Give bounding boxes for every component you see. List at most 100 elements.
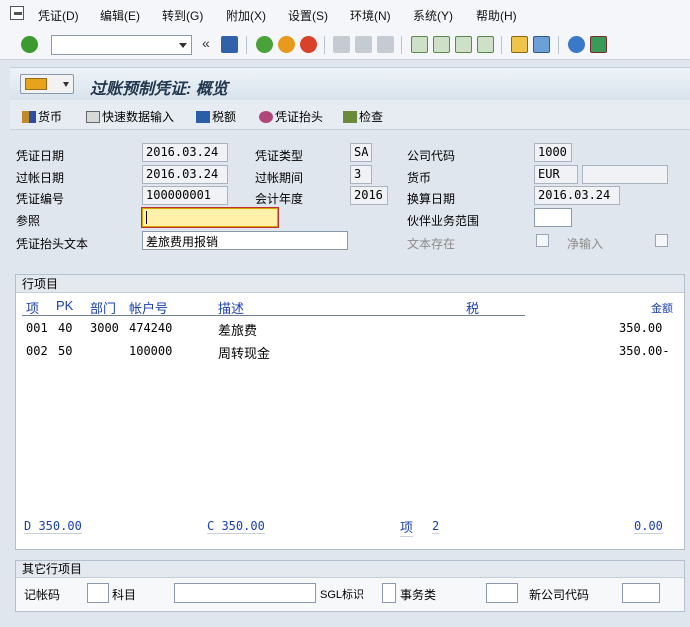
reference-label: 参照 — [16, 214, 41, 228]
doc-header-button[interactable]: 凭证抬头 — [259, 108, 323, 125]
chevron-down-icon — [63, 82, 69, 87]
tax-label: 税额 — [212, 110, 237, 124]
doc-number-field[interactable]: 100000001 — [142, 186, 228, 205]
row-account: 474240 — [129, 321, 173, 335]
command-field[interactable] — [51, 35, 192, 55]
row-pk: 40 — [58, 321, 73, 335]
print-icon[interactable] — [333, 36, 350, 53]
check-button[interactable]: 检查 — [343, 108, 383, 125]
posting-date-label: 过帐日期 — [16, 171, 65, 185]
partner-field[interactable] — [534, 208, 572, 227]
period-label: 过帐期间 — [255, 171, 304, 185]
check-icon — [343, 111, 357, 123]
exchange-rate-field[interactable] — [582, 165, 668, 184]
fast-entry-icon — [86, 111, 100, 123]
menu-document[interactable]: 凭证(D) — [38, 7, 79, 24]
toolbar-separator — [558, 36, 559, 54]
system-menu-icon[interactable] — [10, 6, 24, 20]
menu-edit[interactable]: 编辑(E) — [100, 7, 140, 24]
tax-button[interactable]: 税额 — [196, 108, 236, 125]
fiscal-year-field[interactable]: 2016 — [350, 186, 388, 205]
create-session-icon[interactable] — [511, 36, 528, 53]
doc-type-field[interactable]: SA — [350, 143, 372, 162]
currency-button-label: 货币 — [38, 110, 63, 124]
enter-icon[interactable] — [21, 36, 38, 53]
currency-icon — [22, 111, 36, 123]
toolbar-separator — [246, 36, 247, 54]
menu-environment[interactable]: 环境(N) — [350, 7, 391, 24]
doc-date-field[interactable]: 2016.03.24 — [142, 143, 228, 162]
cancel-icon[interactable] — [300, 36, 317, 53]
account-label: 科目 — [112, 588, 137, 602]
net-entry-checkbox[interactable] — [655, 234, 668, 247]
doc-date-label: 凭证日期 — [16, 149, 65, 163]
translation-date-label: 换算日期 — [407, 192, 456, 206]
currency-field[interactable]: EUR — [534, 165, 578, 184]
last-page-icon[interactable] — [477, 36, 494, 53]
page-title: 过账预制凭证: 概览 — [90, 81, 228, 98]
shortcut-icon[interactable] — [533, 36, 550, 53]
menu-settings[interactable]: 设置(S) — [288, 7, 328, 24]
next-page-icon[interactable] — [455, 36, 472, 53]
help-icon[interactable] — [568, 36, 585, 53]
col-pk[interactable]: PK — [56, 298, 73, 313]
find-next-icon[interactable] — [377, 36, 394, 53]
header-text-label: 凭证抬头文本 — [16, 237, 89, 251]
trans-type-label: 事务类 — [400, 588, 437, 602]
back-arrows-icon[interactable]: « — [202, 36, 214, 53]
screen-variant-button[interactable] — [20, 74, 74, 94]
row-desc: 周转现金 — [218, 347, 271, 362]
first-page-icon[interactable] — [411, 36, 428, 53]
header-text-field[interactable]: 差旅费用报销 — [142, 231, 348, 250]
row-amount: 350.00- — [619, 344, 670, 358]
other-line-item-title: 其它行项目 — [16, 561, 684, 578]
text-exists-checkbox[interactable] — [536, 234, 549, 247]
menu-goto[interactable]: 转到(G) — [162, 7, 203, 24]
currency-button[interactable]: 货币 — [22, 108, 62, 125]
toolbar-separator — [501, 36, 502, 54]
header-underline — [22, 315, 525, 316]
net-entry-label: 净输入 — [567, 237, 604, 251]
col-amount[interactable]: 金额 — [651, 300, 673, 316]
reference-field[interactable] — [141, 207, 279, 228]
account-field[interactable] — [174, 583, 316, 603]
exit-icon[interactable] — [278, 36, 295, 53]
item-count: 2 — [432, 519, 440, 534]
currency-label: 货币 — [407, 171, 432, 185]
find-icon[interactable] — [355, 36, 372, 53]
back-icon[interactable] — [256, 36, 273, 53]
sgl-field[interactable] — [382, 583, 396, 603]
save-icon[interactable] — [221, 36, 238, 53]
company-code-field[interactable]: 1000 — [534, 143, 572, 162]
posting-key-field[interactable] — [87, 583, 109, 603]
translation-date-field[interactable]: 2016.03.24 — [534, 186, 620, 205]
row-account: 100000 — [129, 344, 173, 358]
row-item: 001 — [26, 321, 48, 335]
doc-header-label: 凭证抬头 — [275, 110, 324, 124]
menu-system[interactable]: 系统(Y) — [413, 7, 453, 24]
menu-extras[interactable]: 附加(X) — [226, 7, 266, 24]
row-amount: 350.00 — [619, 321, 663, 335]
fast-entry-label: 快速数据输入 — [102, 110, 175, 124]
layout-icon[interactable] — [590, 36, 607, 53]
chevron-down-icon[interactable] — [179, 43, 187, 48]
row-desc: 差旅费 — [218, 324, 258, 339]
doc-number-label: 凭证编号 — [16, 192, 65, 206]
fast-entry-button[interactable]: 快速数据输入 — [86, 108, 174, 125]
new-company-code-field[interactable] — [622, 583, 660, 603]
row-item: 002 — [26, 344, 48, 358]
trans-type-field[interactable] — [486, 583, 518, 603]
line-items-section: 行项目 项 PK 部门 帐户号 描述 税 金额 001 40 3000 4742… — [15, 274, 685, 550]
toolbar-separator — [401, 36, 402, 54]
debit-total: D 350.00 — [24, 519, 82, 534]
menu-help[interactable]: 帮助(H) — [476, 7, 517, 24]
period-field[interactable]: 3 — [350, 165, 372, 184]
sgl-label: SGL标识 — [320, 589, 365, 601]
item-count-label: 项 — [400, 517, 414, 537]
row-pk: 50 — [58, 344, 73, 358]
posting-key-label: 记帐码 — [24, 588, 61, 602]
posting-date-field[interactable]: 2016.03.24 — [142, 165, 228, 184]
menu-bar: 凭证(D) 编辑(E) 转到(G) 附加(X) 设置(S) 环境(N) 系统(Y… — [0, 0, 690, 30]
info-icon — [196, 111, 210, 123]
prev-page-icon[interactable] — [433, 36, 450, 53]
